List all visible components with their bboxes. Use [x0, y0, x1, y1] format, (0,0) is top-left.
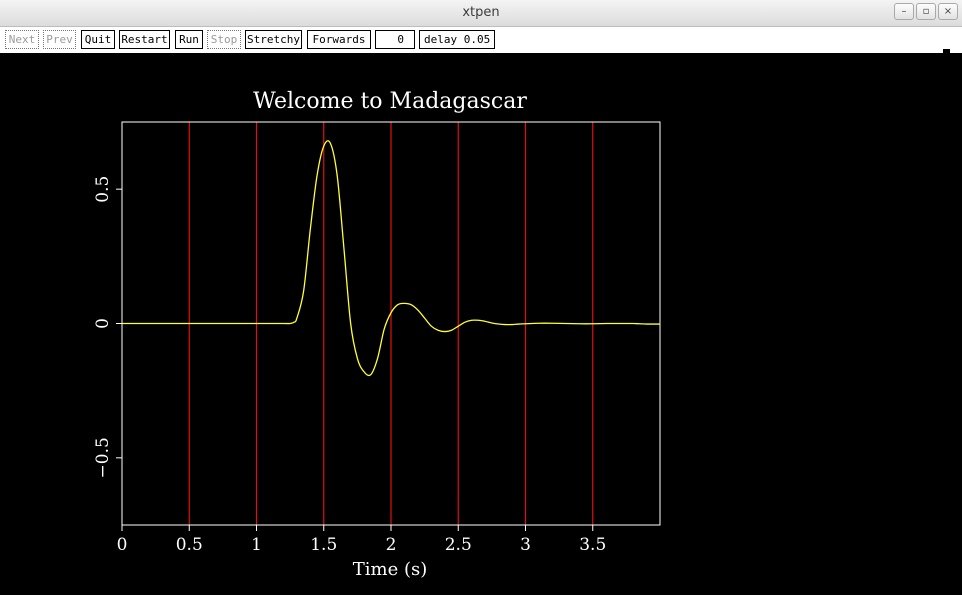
x-tick-label: 0.5: [176, 535, 203, 555]
x-tick-label: 3.5: [579, 535, 606, 555]
close-icon: ×: [943, 6, 953, 17]
restart-button[interactable]: Restart: [119, 30, 170, 49]
quit-button[interactable]: Quit: [81, 30, 115, 49]
y-tick-label: 0: [93, 318, 113, 329]
axis-ticks: 0 0.5 1 1.5 2 2.5 3 3.5 0.5 0 −0.5: [93, 176, 606, 555]
window-title: xtpen: [462, 5, 500, 20]
y-tick-label: 0.5: [93, 176, 113, 203]
direction-button[interactable]: Forwards: [307, 30, 371, 49]
stretchy-button[interactable]: Stretchy: [245, 30, 302, 49]
y-tick-label: −0.5: [93, 437, 113, 478]
chart-title: Welcome to Madagascar: [253, 89, 527, 114]
close-button[interactable]: ×: [938, 3, 958, 20]
x-tick-label: 2.5: [445, 535, 472, 555]
title-bar[interactable]: xtpen – ▫ ×: [0, 0, 962, 27]
x-tick-label: 3: [520, 535, 531, 555]
next-button[interactable]: Next: [5, 30, 39, 49]
minimize-icon: –: [901, 6, 907, 17]
chart: 0 0.5 1 1.5 2 2.5 3 3.5 0.5 0 −0.5 Welcome to Mada…: [93, 89, 661, 580]
minimize-button[interactable]: –: [894, 3, 914, 20]
x-tick-label: 1.5: [310, 535, 337, 555]
maximize-button[interactable]: ▫: [916, 3, 936, 20]
toolbar: Next Prev Quit Restart Run Stop Stretchy…: [0, 27, 962, 53]
x-tick-label: 0: [117, 535, 128, 555]
maximize-icon: ▫: [922, 6, 930, 17]
x-axis-label: Time (s): [353, 559, 428, 580]
frame-number-field[interactable]: 0: [375, 30, 415, 49]
x-tick-label: 2: [386, 535, 397, 555]
xtpen-window: xtpen – ▫ × Next Prev Quit Restart Run S…: [0, 0, 962, 595]
delay-field[interactable]: delay 0.05: [419, 30, 495, 49]
x-tick-label: 1: [251, 535, 262, 555]
run-button[interactable]: Run: [175, 30, 203, 49]
stop-button[interactable]: Stop: [207, 30, 241, 49]
prev-button[interactable]: Prev: [43, 30, 76, 49]
